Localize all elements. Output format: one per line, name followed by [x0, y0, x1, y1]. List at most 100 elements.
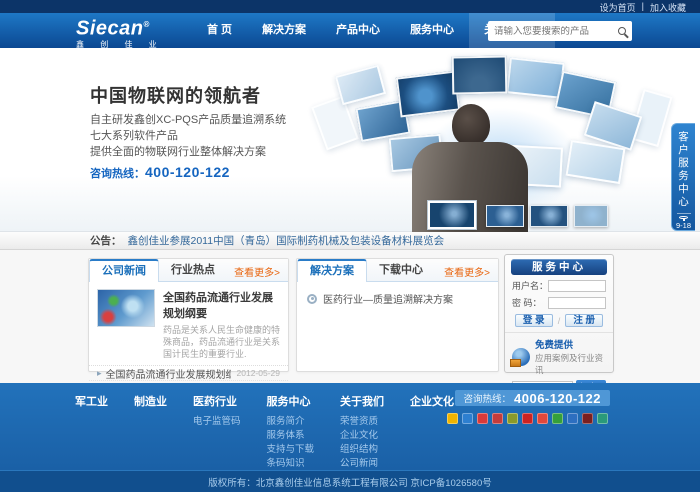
- customer-service-tab[interactable]: 客户服务中心 9-18: [671, 123, 695, 231]
- nav-item-home[interactable]: 首 页: [192, 13, 247, 48]
- top-utility-bar: 设为首页 | 加入收藏: [0, 0, 700, 13]
- footer-columns: 军工业 制造业 医药行业 电子监管码 服务中心 服务简介 服务体系 支持与下载 …: [75, 393, 480, 471]
- tab-industry-hot[interactable]: 行业热点: [159, 259, 227, 281]
- login-button[interactable]: 登 录: [515, 314, 553, 327]
- search-input[interactable]: [494, 26, 614, 37]
- service-center-header[interactable]: 服务中心: [511, 259, 607, 275]
- news-panel: 公司新闻 行业热点 查看更多> 全国药品流通行业发展规划纲要 药品是关系人民生命…: [88, 258, 289, 372]
- footer-col-title[interactable]: 军工业: [75, 393, 108, 409]
- tab-solutions[interactable]: 解决方案: [297, 259, 367, 282]
- social-share-icon[interactable]: [597, 413, 608, 424]
- news-more-link[interactable]: 查看更多>: [234, 264, 280, 279]
- footer-link[interactable]: 条码知识: [267, 457, 315, 471]
- footer-link[interactable]: 服务体系: [267, 429, 315, 443]
- announcement-bar: 公告： 鑫创佳业参展2011中国（青岛）国际制药机械及包装设备材料展览会: [0, 232, 700, 250]
- page: 设为首页 | 加入收藏 Siecan® 鑫 创 佳 业 首 页 解决方案 产品中…: [0, 0, 700, 492]
- social-share-icon[interactable]: [537, 413, 548, 424]
- footer-col-title[interactable]: 关于我们: [340, 393, 384, 409]
- social-share-icon[interactable]: [462, 413, 473, 424]
- featured-news[interactable]: 全国药品流通行业发展规划纲要 药品是关系人民生命健康的特殊商品，药品流通行业是关…: [89, 282, 288, 366]
- bullet-circle-icon: [307, 294, 317, 304]
- footer-link[interactable]: 支持与下载: [267, 443, 315, 457]
- hero-screen: [506, 57, 564, 99]
- copyright-text: 版权所有：北京鑫创佳业信息系统工程有限公司 京ICP备1026580号: [208, 475, 491, 489]
- tab-downloads[interactable]: 下载中心: [367, 259, 435, 281]
- social-share-icon[interactable]: [447, 413, 458, 424]
- hero-screen: [335, 65, 386, 106]
- button-separator: /: [558, 316, 561, 326]
- service-hours: 9-18: [676, 221, 691, 230]
- footer-hotline: 咨询热线： 4006-120-122: [455, 390, 610, 406]
- search-icon[interactable]: [618, 27, 626, 35]
- announcement-link[interactable]: 鑫创佳业参展2011中国（青岛）国际制药机械及包装设备材料展览会: [128, 233, 445, 248]
- social-share-icon[interactable]: [492, 413, 503, 424]
- news-item-title: 全国药品流通行业发展规划纲要: [106, 366, 231, 381]
- footer-col-military: 军工业: [75, 393, 108, 471]
- registered-mark-icon: ®: [143, 20, 149, 29]
- footer-link[interactable]: 公司新闻: [340, 457, 384, 471]
- username-field[interactable]: [548, 280, 606, 292]
- social-icons-row: [447, 413, 608, 424]
- promo-desc: 应用案例及行业资讯: [535, 352, 606, 376]
- nav-item-solutions[interactable]: 解决方案: [247, 13, 321, 48]
- social-share-icon[interactable]: [552, 413, 563, 424]
- footer-link[interactable]: 服务简介: [267, 415, 315, 429]
- social-share-icon[interactable]: [567, 413, 578, 424]
- thumbnail-image: [531, 206, 567, 226]
- featured-news-thumbnail: [97, 289, 155, 327]
- hotline-number: 400-120-122: [145, 164, 230, 180]
- slider-thumbnail-active[interactable]: [428, 201, 476, 229]
- footer-col-title[interactable]: 服务中心: [267, 393, 315, 409]
- social-share-icon[interactable]: [507, 413, 518, 424]
- footer-link[interactable]: 组织结构: [340, 443, 384, 457]
- footer-col-title[interactable]: 企业文化: [410, 393, 454, 409]
- footer-hotline-label: 咨询热线：: [464, 391, 512, 405]
- slider-thumbnail[interactable]: [486, 205, 524, 227]
- slider-thumbnail[interactable]: [574, 205, 608, 227]
- clock-icon: [679, 216, 688, 219]
- footer-col-manufacturing: 制造业: [134, 393, 167, 471]
- nav-item-services[interactable]: 服务中心: [395, 13, 469, 48]
- thumbnail-image: [430, 203, 474, 227]
- news-item-date: 2012-05-29: [237, 368, 280, 378]
- register-button[interactable]: 注 册: [565, 314, 603, 327]
- solutions-more-link[interactable]: 查看更多>: [444, 264, 490, 279]
- featured-news-title[interactable]: 全国药品流通行业发展规划纲要: [163, 289, 280, 321]
- logo[interactable]: Siecan® 鑫 创 佳 业: [76, 15, 164, 50]
- customer-service-label: 客户服务中心: [678, 131, 690, 209]
- globe-books-icon: [512, 348, 530, 366]
- hero-banner: 中国物联网的领航者 自主研发鑫创XC-PQS产品质量追溯系统 七大系列软件产品 …: [0, 48, 700, 232]
- announcement-label: 公告：: [90, 233, 122, 248]
- footer: 军工业 制造业 医药行业 电子监管码 服务中心 服务简介 服务体系 支持与下载 …: [0, 383, 700, 470]
- footer-hotline-number: 4006-120-122: [514, 391, 601, 406]
- footer-link[interactable]: 企业文化: [340, 429, 384, 443]
- password-label: 密 码：: [512, 296, 548, 309]
- password-field[interactable]: [548, 297, 606, 309]
- hero-hotline: 咨询热线：400-120-122: [90, 164, 230, 182]
- nav-item-products[interactable]: 产品中心: [321, 13, 395, 48]
- social-share-icon[interactable]: [582, 413, 593, 424]
- hero-screen: [396, 70, 460, 117]
- news-list-item[interactable]: ▸ 全国药品流通行业发展规划纲要 2012-05-29: [89, 366, 288, 381]
- footer-col-title[interactable]: 制造业: [134, 393, 167, 409]
- hero-screen: [311, 96, 359, 151]
- tab-company-news[interactable]: 公司新闻: [89, 259, 159, 282]
- social-share-icon[interactable]: [522, 413, 533, 424]
- solution-list-item[interactable]: 医药行业—质量追溯解决方案: [297, 282, 498, 315]
- featured-news-desc: 药品是关系人民生命健康的特殊商品，药品流通行业是关系国计民生的重要行业.: [163, 324, 280, 360]
- social-share-icon[interactable]: [477, 413, 488, 424]
- footer-col-about: 关于我们 荣誉资质 企业文化 组织结构 公司新闻: [340, 393, 384, 471]
- footer-link[interactable]: 荣誉资质: [340, 415, 384, 429]
- news-tabs: 公司新闻 行业热点 查看更多>: [89, 259, 288, 282]
- hero-line-1: 自主研发鑫创XC-PQS产品质量追溯系统: [90, 112, 286, 128]
- footer-col-title[interactable]: 医药行业: [193, 393, 241, 409]
- footer-link[interactable]: 电子监管码: [193, 415, 241, 429]
- slider-thumbnail[interactable]: [530, 205, 568, 227]
- header: Siecan® 鑫 创 佳 业 首 页 解决方案 产品中心 服务中心 关于sie…: [0, 13, 700, 48]
- promo-block[interactable]: 免费提供 应用案例及行业资讯: [512, 337, 606, 376]
- hero-screen: [452, 56, 508, 95]
- hero-line-3: 提供全面的物联网行业整体解决方案: [90, 144, 286, 160]
- footer-col-service: 服务中心 服务简介 服务体系 支持与下载 条码知识: [267, 393, 315, 471]
- arrow-icon: ▸: [97, 368, 102, 379]
- footer-col-culture: 企业文化: [410, 393, 454, 471]
